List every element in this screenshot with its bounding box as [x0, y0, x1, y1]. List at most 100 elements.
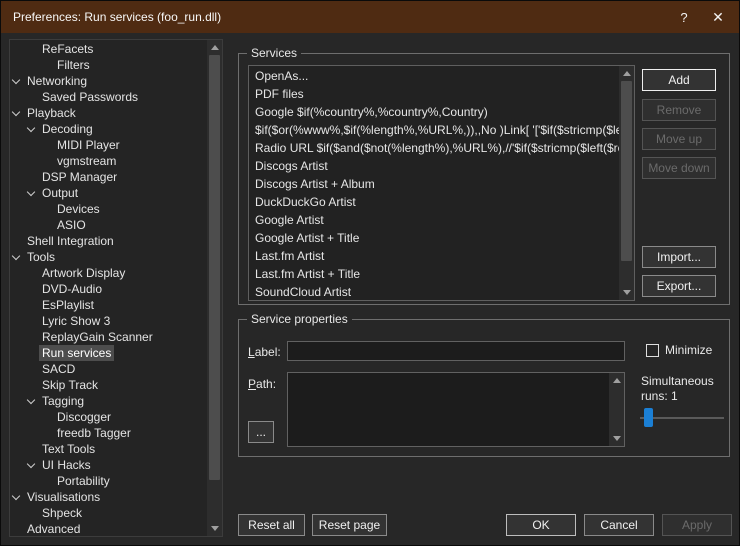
tree-item-label: Advanced	[24, 521, 83, 536]
chevron-down-icon[interactable]	[11, 249, 24, 265]
minimize-checkbox[interactable]: Minimize	[646, 343, 712, 357]
chevron-down-icon[interactable]	[26, 185, 39, 201]
tree-scrollbar-thumb[interactable]	[209, 55, 220, 480]
tree-item-label: ReplayGain Scanner	[39, 329, 156, 345]
close-button[interactable]: ✕	[697, 1, 739, 33]
reset-page-button[interactable]: Reset page	[312, 514, 387, 536]
tree-item-label: Artwork Display	[39, 265, 128, 281]
service-list-item[interactable]: $if($or(%www%,$if(%length%,%URL%,)),,No …	[249, 121, 619, 139]
triangle-up-icon	[211, 45, 219, 50]
tree-item-portability[interactable]: Portability	[10, 473, 207, 489]
chevron-down-icon[interactable]	[26, 393, 39, 409]
service-list-item[interactable]: Discogs Artist + Album	[249, 175, 619, 193]
label-input[interactable]	[287, 341, 625, 361]
service-list-item[interactable]: Last.fm Artist + Title	[249, 265, 619, 283]
tree-item-freedb-tagger[interactable]: freedb Tagger	[10, 425, 207, 441]
chevron-down-icon[interactable]	[11, 105, 24, 121]
triangle-up-icon	[613, 378, 621, 383]
browse-button[interactable]: ...	[248, 421, 274, 443]
tree-scrollbar[interactable]	[207, 40, 222, 536]
tree-item-asio[interactable]: ASIO	[10, 217, 207, 233]
scroll-down-button[interactable]	[207, 521, 222, 536]
services-list-scrollbar[interactable]	[619, 66, 634, 300]
tree-item-lyric-show-3[interactable]: Lyric Show 3	[10, 313, 207, 329]
tree-item-label: SACD	[39, 361, 78, 377]
tree-item-label: Tools	[24, 249, 58, 265]
ok-button[interactable]: OK	[506, 514, 576, 536]
tree-item-label: Decoding	[39, 121, 96, 137]
service-list-item[interactable]: PDF files	[249, 85, 619, 103]
tree-item-filters[interactable]: Filters	[10, 57, 207, 73]
tree-item-discogger[interactable]: Discogger	[10, 409, 207, 425]
export-button[interactable]: Export...	[642, 275, 716, 297]
tree-item-midi-player[interactable]: MIDI Player	[10, 137, 207, 153]
path-textarea[interactable]	[287, 372, 625, 447]
chevron-down-icon[interactable]	[11, 73, 24, 89]
service-list-item[interactable]: Google $if(%country%,%country%,Country)	[249, 103, 619, 121]
tree-item-replaygain-scanner[interactable]: ReplayGain Scanner	[10, 329, 207, 345]
scroll-down-button[interactable]	[619, 285, 634, 300]
tree-item-label: Tagging	[39, 393, 87, 409]
tree-item-visualisations[interactable]: Visualisations	[10, 489, 207, 505]
scroll-down-button[interactable]	[609, 431, 624, 446]
service-list-item[interactable]: DuckDuckGo Artist	[249, 193, 619, 211]
titlebar[interactable]: Preferences: Run services (foo_run.dll) …	[1, 1, 739, 33]
minimize-checkbox-label: Minimize	[665, 343, 712, 357]
tree-item-ui-hacks[interactable]: UI Hacks	[10, 457, 207, 473]
slider-handle[interactable]	[644, 408, 653, 427]
tree-item-label: Shell Integration	[24, 233, 117, 249]
chevron-down-icon[interactable]	[11, 489, 24, 505]
service-list-item[interactable]: Radio URL $if($and($not(%length%),%URL%)…	[249, 139, 619, 157]
tree-item-label: vgmstream	[54, 153, 119, 169]
tree-item-label: Playback	[24, 105, 79, 121]
tree-item-playback[interactable]: Playback	[10, 105, 207, 121]
tree-item-run-services[interactable]: Run services	[10, 345, 207, 361]
tree-item-skip-track[interactable]: Skip Track	[10, 377, 207, 393]
tree-item-text-tools[interactable]: Text Tools	[10, 441, 207, 457]
tree-item-tools[interactable]: Tools	[10, 249, 207, 265]
tree-item-decoding[interactable]: Decoding	[10, 121, 207, 137]
tree-item-shpeck[interactable]: Shpeck	[10, 505, 207, 521]
tree-item-label: Skip Track	[39, 377, 101, 393]
tree-item-refacets[interactable]: ReFacets	[10, 41, 207, 57]
tree-item-dvd-audio[interactable]: DVD-Audio	[10, 281, 207, 297]
service-list-item[interactable]: Google Artist + Title	[249, 229, 619, 247]
tree-item-output[interactable]: Output	[10, 185, 207, 201]
reset-all-button[interactable]: Reset all	[238, 514, 305, 536]
tree-item-label: ASIO	[54, 217, 89, 233]
cancel-button[interactable]: Cancel	[584, 514, 654, 536]
add-button[interactable]: Add	[642, 69, 716, 91]
service-list-item[interactable]: Google Artist	[249, 211, 619, 229]
tree-item-artwork-display[interactable]: Artwork Display	[10, 265, 207, 281]
service-list-item[interactable]: Discogs Artist	[249, 157, 619, 175]
label-field-label: Label:	[248, 345, 281, 359]
service-list-item[interactable]: OpenAs...	[249, 67, 619, 85]
simultaneous-runs-slider[interactable]	[638, 406, 726, 430]
triangle-down-icon	[211, 526, 219, 531]
tree-item-esplaylist[interactable]: EsPlaylist	[10, 297, 207, 313]
chevron-down-icon[interactable]	[26, 121, 39, 137]
tree-item-dsp-manager[interactable]: DSP Manager	[10, 169, 207, 185]
scroll-up-button[interactable]	[207, 40, 222, 55]
import-button[interactable]: Import...	[642, 246, 716, 268]
scroll-up-button[interactable]	[619, 66, 634, 81]
tree-item-sacd[interactable]: SACD	[10, 361, 207, 377]
services-group: Services OpenAs...PDF filesGoogle $if(%c…	[238, 53, 730, 305]
tree-item-saved-passwords[interactable]: Saved Passwords	[10, 89, 207, 105]
path-scrollbar[interactable]	[609, 373, 624, 446]
services-scrollbar-thumb[interactable]	[621, 81, 632, 261]
apply-button: Apply	[662, 514, 732, 536]
tree-item-vgmstream[interactable]: vgmstream	[10, 153, 207, 169]
chevron-down-icon[interactable]	[26, 457, 39, 473]
tree-item-tagging[interactable]: Tagging	[10, 393, 207, 409]
scroll-up-button[interactable]	[609, 373, 624, 388]
remove-button: Remove	[642, 99, 716, 121]
tree-item-advanced[interactable]: Advanced	[10, 521, 207, 536]
service-list-item[interactable]: SoundCloud Artist	[249, 283, 619, 299]
service-list-item[interactable]: Last.fm Artist	[249, 247, 619, 265]
tree-item-label: DVD-Audio	[39, 281, 105, 297]
tree-item-devices[interactable]: Devices	[10, 201, 207, 217]
tree-item-shell-integration[interactable]: Shell Integration	[10, 233, 207, 249]
tree-item-label: Devices	[54, 201, 103, 217]
tree-item-networking[interactable]: Networking	[10, 73, 207, 89]
